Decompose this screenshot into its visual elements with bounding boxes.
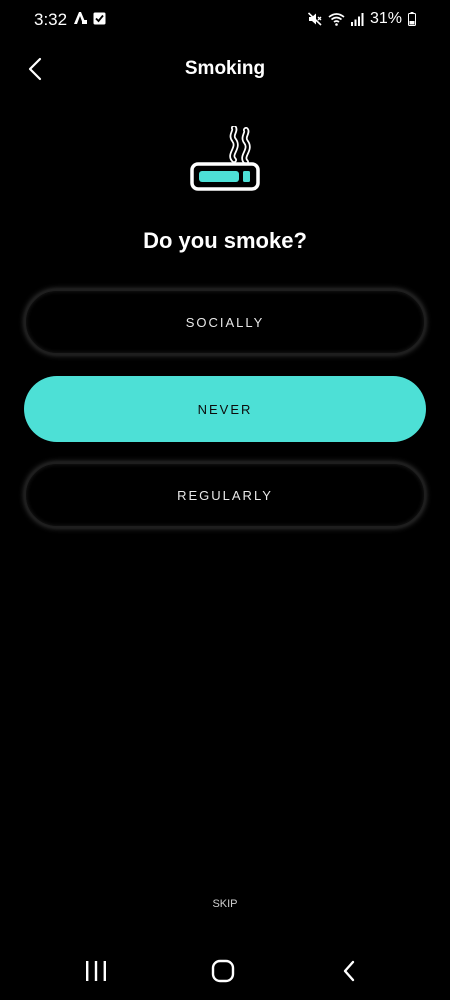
mute-icon (307, 12, 322, 26)
home-icon (211, 959, 235, 983)
check-notification-icon (93, 12, 106, 25)
status-bar: 3:32 31% (0, 0, 450, 40)
question-heading: Do you smoke? (143, 228, 307, 253)
system-nav-bar (0, 944, 450, 1000)
cigarette-icon (190, 126, 260, 191)
recent-apps-button[interactable] (76, 956, 116, 986)
wifi-icon (328, 13, 345, 26)
signal-icon (350, 12, 364, 26)
home-button[interactable] (203, 956, 243, 986)
status-right: 31% (307, 10, 416, 28)
option-socially[interactable]: SOCIALLY (24, 289, 426, 355)
battery-icon (408, 12, 416, 26)
recent-apps-icon (86, 961, 106, 981)
skip-button[interactable]: SKIP (0, 898, 450, 910)
status-notification-icons (73, 11, 106, 25)
option-never[interactable]: NEVER (24, 376, 426, 442)
app-notification-icon (74, 12, 87, 24)
system-back-button[interactable] (329, 956, 369, 986)
status-time: 3:32 (34, 10, 68, 29)
option-regularly[interactable]: REGULARLY (24, 462, 426, 528)
battery-percent: 31% (369, 10, 402, 27)
page-title: Smoking (184, 58, 266, 79)
header: Smoking (0, 46, 450, 92)
back-arrow-icon (343, 960, 355, 982)
